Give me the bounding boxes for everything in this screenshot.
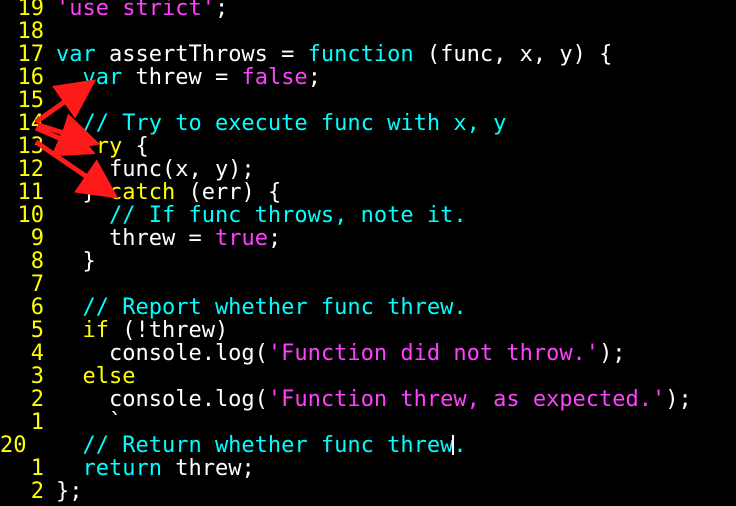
code-line[interactable]: 18: [0, 20, 736, 43]
code-token: try: [56, 134, 136, 159]
code-line[interactable]: 3 else: [0, 365, 736, 388]
code-token: 'Function did not throw.': [267, 341, 600, 366]
code-token: threw;: [175, 456, 255, 481]
line-number: 15: [17, 88, 45, 113]
code-token: .: [453, 433, 467, 458]
code-token: );: [599, 341, 626, 366]
code-token: ;: [267, 226, 282, 251]
line-number: 18: [17, 19, 45, 44]
line-number: 20: [0, 433, 27, 458]
code-token: // Report whether func threw.: [56, 295, 467, 320]
code-line[interactable]: 20 // Return whether func threw.: [0, 434, 736, 457]
code-token: func(x, y);: [56, 157, 255, 182]
line-number: 11: [17, 180, 45, 205]
code-token: (!threw): [122, 318, 229, 343]
code-line[interactable]: 9 threw = true;: [0, 227, 736, 250]
line-number: 7: [30, 272, 44, 297]
line-number: 2: [30, 387, 44, 412]
code-token: {: [135, 134, 149, 159]
line-number: 16: [17, 65, 45, 90]
line-number: 10: [17, 203, 45, 228]
code-token: assertThrows =: [108, 42, 308, 67]
code-token: };: [56, 479, 83, 504]
line-number: 1: [30, 456, 44, 481]
code-line[interactable]: 19 'use strict';: [0, 0, 736, 20]
code-line[interactable]: 14 // Try to execute func with x, y: [0, 112, 736, 135]
line-number: 17: [17, 42, 45, 67]
code-line[interactable]: 17 var assertThrows = function (func, x, …: [0, 43, 736, 66]
code-line[interactable]: 1 return threw;: [0, 457, 736, 480]
code-token: (func, x, y) {: [426, 42, 613, 67]
code-token: // If func throws, note it.: [56, 203, 467, 228]
line-number: 2: [30, 479, 44, 504]
line-number: 14: [17, 111, 45, 136]
code-line[interactable]: 10 // If func throws, note it.: [0, 204, 736, 227]
code-token: ;: [214, 0, 229, 21]
code-token: true: [214, 226, 268, 251]
code-token: if: [56, 318, 123, 343]
code-token: ;: [307, 65, 321, 90]
code-line[interactable]: 11 } catch (err) {: [0, 181, 736, 204]
code-line[interactable]: 6 // Report whether func threw.: [0, 296, 736, 319]
code-token: 'Function threw, as expected.': [267, 387, 666, 412]
code-token: return: [56, 456, 176, 481]
line-number: 19: [17, 0, 45, 21]
line-number: 6: [30, 295, 44, 320]
code-token: console.log(: [56, 387, 268, 412]
code-line[interactable]: 1 `: [0, 411, 736, 434]
code-token: `: [56, 410, 123, 435]
code-token: );: [665, 387, 692, 412]
line-number: 4: [30, 341, 44, 366]
code-token: // Try to execute func with x, y: [56, 111, 507, 136]
code-line[interactable]: 8 }: [0, 250, 736, 273]
code-line[interactable]: 16 var threw = false;: [0, 66, 736, 89]
code-token: function: [307, 42, 427, 67]
code-line[interactable]: 12 func(x, y);: [0, 158, 736, 181]
code-line[interactable]: 15: [0, 89, 736, 112]
code-token: threw =: [135, 65, 242, 90]
code-line[interactable]: 2};: [0, 480, 736, 503]
code-token: (err) {: [188, 180, 282, 205]
code-token: }: [56, 249, 96, 274]
line-number: 5: [30, 318, 44, 343]
line-number: 1: [30, 410, 44, 435]
code-token: false: [241, 65, 308, 90]
code-token: catch: [108, 180, 189, 205]
code-line[interactable]: 5 if (!threw): [0, 319, 736, 342]
code-token: var: [56, 42, 109, 67]
code-token: console.log(: [56, 341, 268, 366]
line-number: 13: [17, 134, 45, 159]
line-number: 9: [30, 226, 44, 251]
line-number: 8: [30, 249, 44, 274]
code-line[interactable]: 7: [0, 273, 736, 296]
line-number: 3: [30, 364, 44, 389]
code-token: 'use strict': [56, 0, 215, 21]
line-number: 12: [17, 157, 45, 182]
code-token: // Return whether func threw: [56, 433, 454, 458]
code-token: threw =: [56, 226, 215, 251]
code-line[interactable]: 2 console.log('Function threw, as expect…: [0, 388, 736, 411]
code-token: }: [56, 180, 109, 205]
code-line[interactable]: 13 try {: [0, 135, 736, 158]
code-editor[interactable]: 19'use strict'; 18 17 var assertThrows = fu…: [0, 0, 736, 506]
code-token: var: [56, 65, 136, 90]
code-token: else: [56, 364, 136, 389]
code-line[interactable]: 4 console.log('Function did not throw.')…: [0, 342, 736, 365]
